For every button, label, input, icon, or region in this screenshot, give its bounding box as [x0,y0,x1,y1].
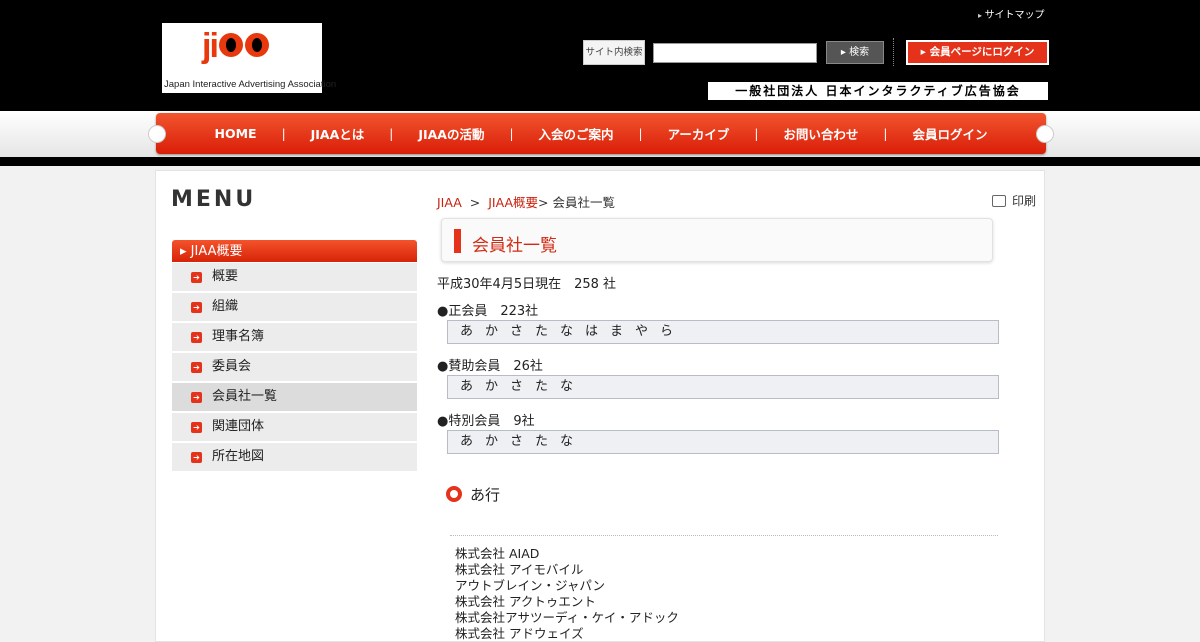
sidebar-item-label: 所在地図 [212,449,265,464]
header-divider [893,38,894,66]
breadcrumb: JIAA > JIAA概要> 会員社一覧 [437,192,615,211]
title-accent-bar [454,229,461,253]
print-button[interactable]: 印刷 [992,192,1036,209]
group-special-label: ●特別会員 9社 [437,414,535,429]
search-input[interactable] [653,43,817,63]
organization-name: 一般社団法人 日本インタラクティブ広告協会 [708,82,1048,100]
logo-circle-icon [218,33,243,58]
special-member-index[interactable]: あかさたな [447,430,999,454]
arrow-right-icon: ➔ [191,332,202,343]
sidebar-item-label: 関連団体 [212,419,265,434]
ring-bullet-icon [446,486,462,502]
sidebar-item-map[interactable]: ➔ 所在地図 [172,443,417,471]
nav-bottom-strip [0,157,1200,166]
logo-circle-icon [244,33,269,58]
logo-mark: ji [202,27,269,66]
group-regular-label: ●正会員 223社 [437,304,539,319]
breadcrumb-section[interactable]: JIAA概要 [488,195,538,210]
search-label: サイト内検索 [583,40,645,65]
arrow-right-icon: ➔ [191,362,202,373]
sidebar-item-members[interactable]: ➔ 会員社一覧 [172,383,417,411]
nav-activities[interactable]: JIAAの活動 [393,124,509,143]
sidebar-item-directors[interactable]: ➔ 理事名簿 [172,323,417,351]
search-button[interactable]: ▸ 検索 [826,41,884,64]
member-count-summary: 平成30年4月5日現在 258 社 [437,277,617,292]
print-label: 印刷 [1012,194,1037,208]
sidebar-item-label: 組織 [212,299,239,314]
nav-about[interactable]: JIAAとは [286,124,390,143]
sidebar-section-header[interactable]: ▸ JIAA概要 [172,240,417,262]
supporting-member-index[interactable]: あかさたな [447,375,999,399]
nav-archive[interactable]: アーカイブ [643,124,755,143]
breadcrumb-home[interactable]: JIAA [437,195,462,210]
sitemap-link[interactable]: サイトマップ [978,6,1045,21]
sidebar-item-organization[interactable]: ➔ 組織 [172,293,417,321]
arrow-right-icon: ➔ [191,302,202,313]
nav-membership[interactable]: 入会のご案内 [514,124,639,143]
menu-title: MENU [171,187,257,212]
member-login-button[interactable]: ▸ 会員ページにログイン [906,40,1049,65]
sidebar-item-label: 理事名簿 [212,329,265,344]
print-icon [992,195,1006,207]
section-heading-text: あ行 [470,486,501,504]
sidebar-item-overview[interactable]: ➔ 概要 [172,263,417,291]
sidebar-section-label: JIAA概要 [190,244,243,259]
section-heading: あ行 [446,484,500,505]
list-item[interactable]: 株式会社 アドウェイズ [455,623,584,642]
group-supporting-label: ●賛助会員 26社 [437,359,543,374]
dotted-divider [450,535,998,536]
global-nav: HOME | JIAAとは | JIAAの活動 | 入会のご案内 | アーカイブ… [148,113,1054,154]
arrow-right-icon: ➔ [191,452,202,463]
breadcrumb-current: > 会員社一覧 [538,195,615,210]
sidebar-item-label: 会員社一覧 [212,389,278,404]
sidebar-item-label: 概要 [212,269,239,284]
breadcrumb-separator: > [469,195,481,210]
nav-home[interactable]: HOME [190,126,282,141]
nav-member-login[interactable]: 会員ログイン [887,124,1012,143]
logo-tagline: Japan Interactive Advertising Associatio… [164,79,337,90]
arrow-right-icon: ➔ [191,392,202,403]
page-title-box: 会員社一覧 [441,218,993,262]
sidebar-item-related[interactable]: ➔ 関連団体 [172,413,417,441]
sidebar-item-label: 委員会 [212,359,252,374]
nav-contact[interactable]: お問い合わせ [758,124,883,143]
page-title: 会員社一覧 [472,236,557,256]
arrow-right-icon: ➔ [191,422,202,433]
jiaa-logo[interactable]: ji Japan Interactive Advertising Associa… [162,23,336,93]
regular-member-index[interactable]: あかさたなはまやら [447,320,999,344]
arrow-right-icon: ➔ [191,272,202,283]
sidebar-item-committees[interactable]: ➔ 委員会 [172,353,417,381]
site-header: ji Japan Interactive Advertising Associa… [0,0,1200,111]
